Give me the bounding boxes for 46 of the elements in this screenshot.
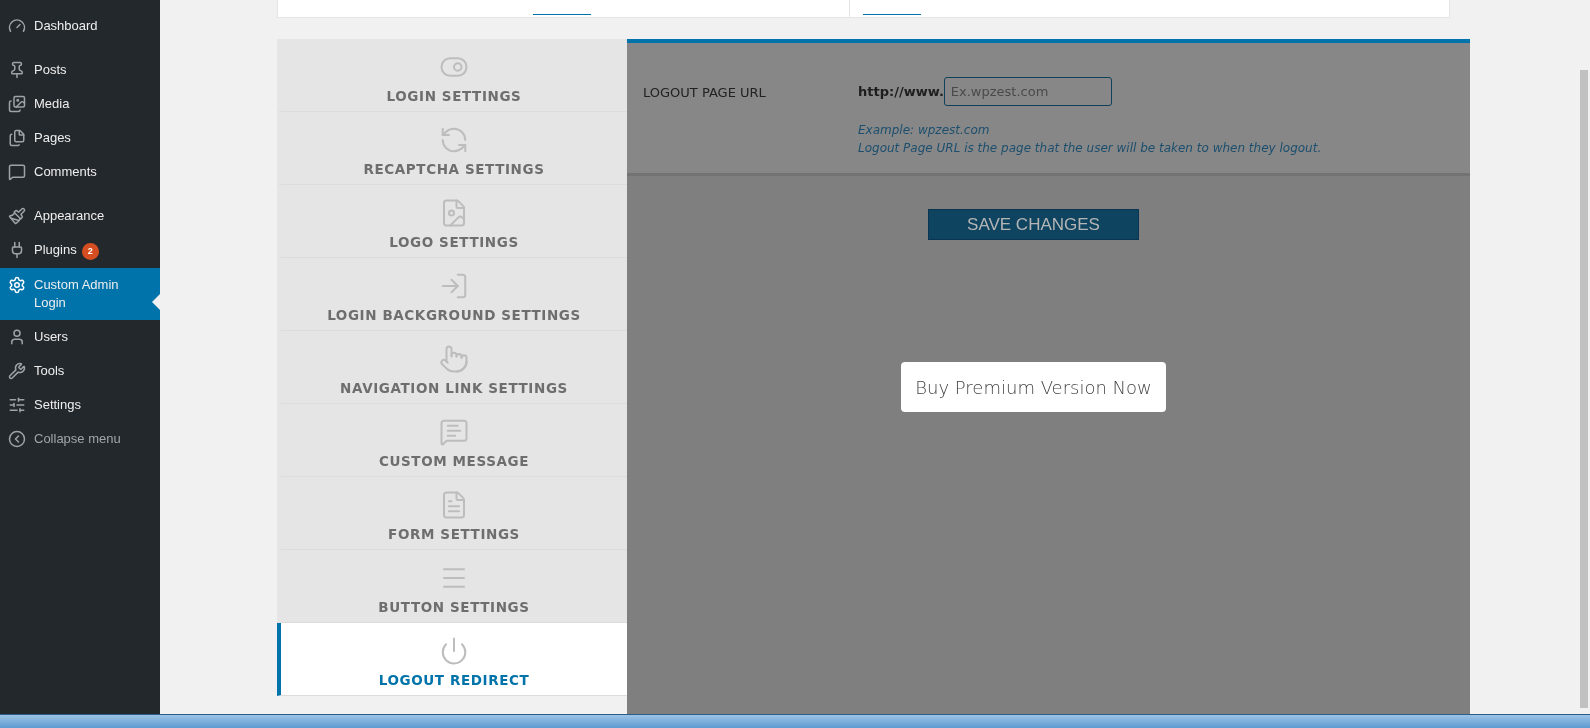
settings-tab[interactable]: RECAPTCHA SETTINGS (277, 112, 627, 185)
field-label: LOGOUT PAGE URL (643, 85, 767, 102)
brush-icon (8, 207, 26, 225)
settings-tab[interactable]: LOGIN SETTINGS (277, 39, 627, 112)
help-text: Example: wpzest.com (858, 122, 991, 139)
media-icon (8, 95, 26, 113)
settings-tab[interactable]: FORM SETTINGS (277, 477, 627, 550)
gauge-icon (8, 17, 26, 35)
settings-tab[interactable]: BUTTON SETTINGS (277, 550, 627, 623)
collapse-icon (8, 430, 26, 448)
sidebar-item[interactable]: Plugins 2 (0, 233, 160, 268)
message-icon (439, 417, 469, 447)
sidebar-item[interactable]: Comments (0, 155, 160, 189)
comment-icon (8, 163, 26, 181)
settings-tab[interactable]: LOGIN BACKGROUND SETTINGS (277, 258, 627, 331)
sidebar-item[interactable]: Pages (0, 121, 160, 155)
sidebar-item[interactable]: Collapse menu (0, 422, 160, 456)
sidebar-item[interactable]: Custom Admin Login (0, 268, 160, 320)
sidebar-item[interactable]: Tools (0, 354, 160, 388)
sidebar-item[interactable]: Posts (0, 53, 160, 87)
url-input[interactable]: Ex.wpzest.com (943, 77, 1112, 106)
power-icon (439, 636, 469, 666)
sidebar-item[interactable]: Settings (0, 388, 160, 422)
sidebar-item[interactable]: Users (0, 320, 160, 354)
sidebar-item[interactable]: Media (0, 87, 160, 121)
sidebar-item[interactable]: Appearance (0, 199, 160, 233)
count-badge: 2 (81, 243, 99, 260)
settings-tab[interactable]: LOGO SETTINGS (277, 185, 627, 258)
pages-icon (8, 129, 26, 147)
pointer-icon (439, 344, 469, 374)
save-button[interactable]: SAVE CHANGES (928, 209, 1139, 240)
sign-in-icon (439, 271, 469, 301)
pin-icon (8, 61, 26, 79)
gear-icon (8, 276, 26, 294)
settings-tab[interactable]: NAVIGATION LINK SETTINGS (277, 331, 627, 404)
help-text: Logout Page URL is the page that the user will be taken to when they logout. (858, 140, 1323, 157)
settings-tab[interactable]: CUSTOM MESSAGE (277, 404, 627, 477)
current-page-pointer-icon (152, 294, 160, 310)
wrench-icon (8, 362, 26, 380)
sliders-icon (8, 396, 26, 414)
refresh-circle-icon (439, 125, 469, 155)
premium-button[interactable]: Buy Premium Version Now (901, 362, 1166, 412)
sidebar-item[interactable]: Dashboard (0, 9, 160, 43)
user-icon (8, 328, 26, 346)
settings-tab[interactable]: LOGOUT REDIRECT (277, 623, 627, 696)
url-prefix: http://www. (858, 84, 944, 99)
